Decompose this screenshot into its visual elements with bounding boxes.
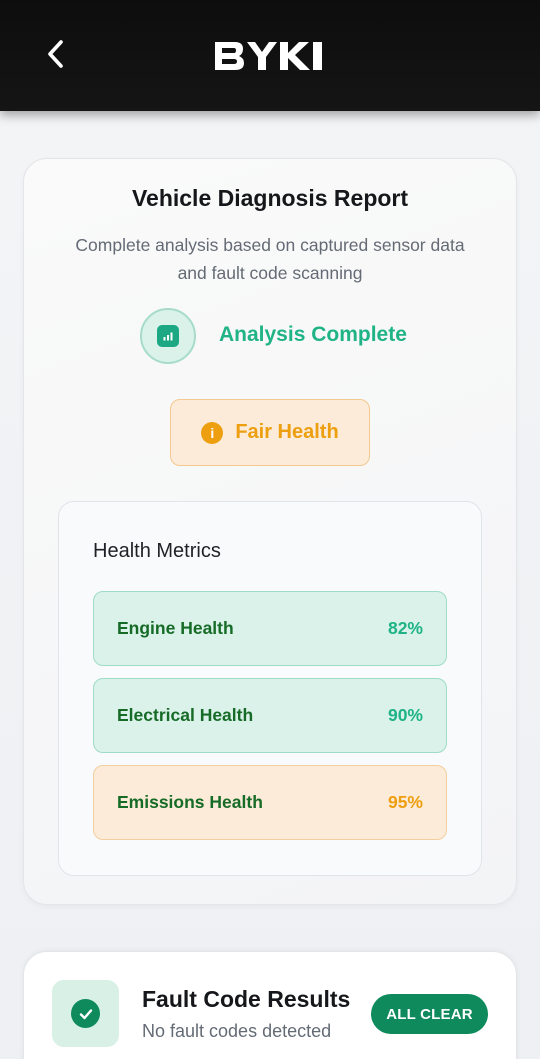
report-subtitle: Complete analysis based on captured sens… [75,235,465,283]
analysis-status-text: Analysis Complete [219,323,407,346]
health-status-label: Fair Health [235,421,339,443]
health-metrics-title: Health Metrics [93,540,221,562]
metric-value: 82% [387,618,423,638]
metric-value: 90% [387,705,423,725]
top-app-bar [0,0,540,111]
bar-chart-icon [163,332,173,341]
metric-engine-health: Engine Health 82% [93,591,447,666]
check-circle-icon [79,1008,92,1019]
metric-value: 95% [387,792,423,812]
fault-code-subtitle: No fault codes detected [142,1021,332,1041]
back-button[interactable] [38,36,74,72]
health-status-badge: i Fair Health [170,399,370,466]
metric-emissions-health: Emissions Health 95% [93,765,447,840]
chevron-left-icon [48,40,63,68]
info-icon: i [201,421,224,444]
metric-label: Electrical Health [117,705,254,725]
metric-electrical-health: Electrical Health 90% [93,678,447,753]
fault-code-title: Fault Code Results [142,986,351,1012]
all-clear-badge: ALL CLEAR [371,994,488,1034]
analysis-status-badge [140,308,196,364]
report-title: Vehicle Diagnosis Report [131,185,409,211]
metric-label: Engine Health [117,618,234,638]
metric-label: Emissions Health [117,792,263,812]
byki-logo [215,42,322,70]
fault-status-icon-box [52,980,119,1047]
